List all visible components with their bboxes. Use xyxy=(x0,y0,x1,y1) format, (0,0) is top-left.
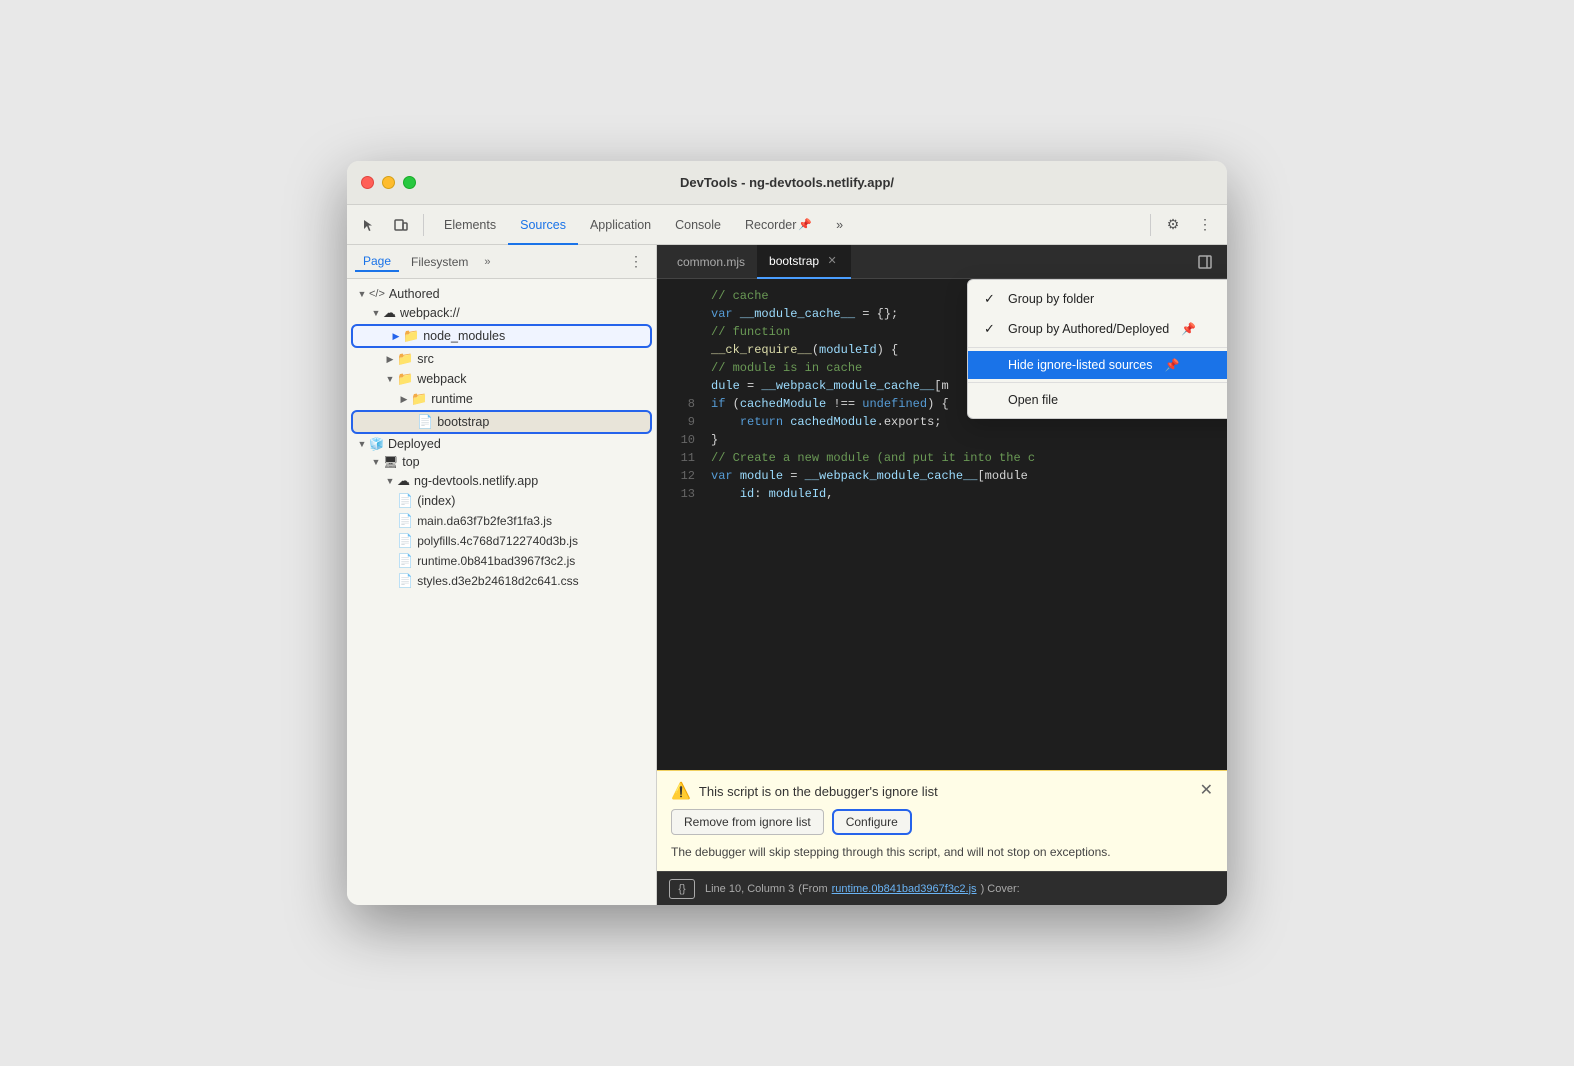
maximize-button[interactable] xyxy=(403,176,416,189)
tree-polyfills-js[interactable]: 📄 polyfills.4c768d7122740d3b.js xyxy=(347,531,656,551)
source-label: (From xyxy=(798,883,827,895)
tree-webpack-root[interactable]: ▼ ☁ webpack:// xyxy=(347,303,656,323)
tree-index[interactable]: 📄 (index) xyxy=(347,491,656,511)
editor-tab-bootstrap[interactable]: bootstrap ✕ xyxy=(757,245,851,279)
notification-title: This script is on the debugger's ignore … xyxy=(699,784,938,799)
code-line: 13 id: moduleId, xyxy=(657,485,1227,503)
menu-group-authored[interactable]: ✓ Group by Authored/Deployed 📌 xyxy=(968,314,1227,344)
toolbar: Elements Sources Application Console Rec… xyxy=(347,205,1227,245)
tree-runtime[interactable]: ▶ 📁 runtime xyxy=(347,389,656,409)
tree-src[interactable]: ▶ 📁 src xyxy=(347,349,656,369)
tab-page[interactable]: Page xyxy=(355,252,399,272)
tree-authored[interactable]: ▼ </> Authored xyxy=(347,285,656,303)
toolbar-right: ⚙ ⋮ xyxy=(1159,211,1219,239)
traffic-lights xyxy=(361,176,416,189)
remove-from-ignore-button[interactable]: Remove from ignore list xyxy=(671,809,824,835)
tab-elements[interactable]: Elements xyxy=(432,205,508,245)
tab-panel-more[interactable]: » xyxy=(480,254,494,270)
menu-open-file[interactable]: Open file ⌘ P xyxy=(968,386,1227,414)
menu-separator xyxy=(968,347,1227,348)
cursor-position: Line 10, Column 3 xyxy=(705,883,794,895)
panel-tabs: Page Filesystem » ⋮ xyxy=(347,245,656,279)
editor-tabs: common.mjs bootstrap ✕ xyxy=(657,245,1227,279)
menu-hide-ignore[interactable]: Hide ignore-listed sources 📌 xyxy=(968,351,1227,379)
window-title: DevTools - ng-devtools.netlify.app/ xyxy=(680,175,894,190)
warning-icon: ⚠️ xyxy=(671,781,691,801)
configure-button[interactable]: Configure xyxy=(832,809,912,835)
collapse-panel-icon[interactable] xyxy=(1191,248,1219,276)
coverage-label: ) Cover: xyxy=(981,883,1020,895)
tree-runtime-js[interactable]: 📄 runtime.0b841bad3967f3c2.js xyxy=(347,551,656,571)
more-options-icon[interactable]: ⋮ xyxy=(1191,211,1219,239)
code-line: 12 var module = __webpack_module_cache__… xyxy=(657,467,1227,485)
main-area: Page Filesystem » ⋮ ▼ </> Authored xyxy=(347,245,1227,905)
tree-main-js[interactable]: 📄 main.da63f7b2fe3f1fa3.js xyxy=(347,511,656,531)
minimize-button[interactable] xyxy=(382,176,395,189)
toolbar-divider-2 xyxy=(1150,214,1151,236)
tab-sources[interactable]: Sources xyxy=(508,205,578,245)
format-icon[interactable]: {} xyxy=(669,879,695,899)
close-button[interactable] xyxy=(361,176,374,189)
toolbar-divider-1 xyxy=(423,214,424,236)
source-file-link[interactable]: runtime.0b841bad3967f3c2.js xyxy=(832,883,977,895)
tree-node-modules[interactable]: ▶ 📁 node_modules xyxy=(351,324,652,348)
notification-close-icon[interactable]: ✕ xyxy=(1200,783,1213,799)
tab-filesystem[interactable]: Filesystem xyxy=(403,253,476,271)
tab-application[interactable]: Application xyxy=(578,205,663,245)
main-tabs: Elements Sources Application Console Rec… xyxy=(432,205,1142,245)
panel-options-icon[interactable]: ⋮ xyxy=(624,250,648,274)
editor-tab-common[interactable]: common.mjs xyxy=(665,245,757,279)
notification-header: ⚠️ This script is on the debugger's igno… xyxy=(671,781,1213,801)
right-panel: common.mjs bootstrap ✕ xyxy=(657,245,1227,905)
tree-webpack-folder[interactable]: ▼ 📁 webpack xyxy=(347,369,656,389)
left-panel: Page Filesystem » ⋮ ▼ </> Authored xyxy=(347,245,657,905)
titlebar: DevTools - ng-devtools.netlify.app/ xyxy=(347,161,1227,205)
tree-top[interactable]: ▼ 🖥 top xyxy=(347,453,656,471)
tree-bootstrap[interactable]: 📄 bootstrap xyxy=(351,410,652,434)
tab-recorder[interactable]: Recorder 📌 xyxy=(733,205,824,245)
tree-styles-css[interactable]: 📄 styles.d3e2b24618d2c641.css xyxy=(347,571,656,591)
tree-ng-devtools[interactable]: ▼ ☁ ng-devtools.netlify.app xyxy=(347,471,656,491)
settings-icon[interactable]: ⚙ xyxy=(1159,211,1187,239)
notification-description: The debugger will skip stepping through … xyxy=(671,843,1213,861)
menu-group-folder[interactable]: ✓ Group by folder xyxy=(968,284,1227,314)
tab-more[interactable]: » xyxy=(824,205,855,245)
tree-deployed[interactable]: ▼ 🧊 Deployed xyxy=(347,435,656,453)
tab-console[interactable]: Console xyxy=(663,205,733,245)
devtools-window: DevTools - ng-devtools.netlify.app/ Elem… xyxy=(347,161,1227,905)
code-line: 11 // Create a new module (and put it in… xyxy=(657,449,1227,467)
close-tab-icon[interactable]: ✕ xyxy=(825,254,839,268)
file-tree: ▼ </> Authored ▼ ☁ webpack:// ▶ 📁 node_m… xyxy=(347,279,656,905)
code-line: 10 } xyxy=(657,431,1227,449)
notification-bar: ⚠️ This script is on the debugger's igno… xyxy=(657,770,1227,871)
status-bar: {} Line 10, Column 3 (From runtime.0b841… xyxy=(657,871,1227,905)
notification-buttons: Remove from ignore list Configure xyxy=(671,809,1213,835)
context-menu: ✓ Group by folder ✓ Group by Authored/De… xyxy=(967,279,1227,419)
cursor-tool-icon[interactable] xyxy=(355,211,383,239)
device-toggle-icon[interactable] xyxy=(387,211,415,239)
menu-separator-2 xyxy=(968,382,1227,383)
